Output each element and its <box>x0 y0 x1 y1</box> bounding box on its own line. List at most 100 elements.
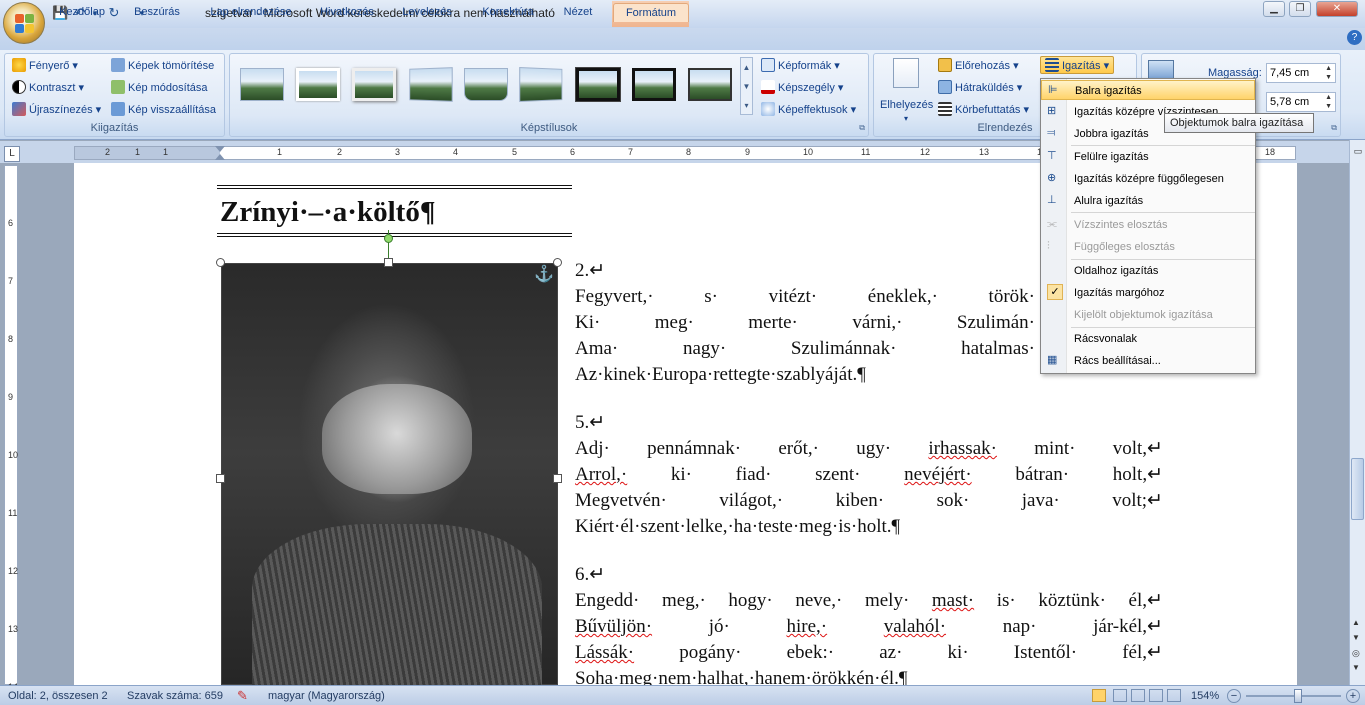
scrollbar-thumb[interactable] <box>1351 458 1364 520</box>
style-thumb-4[interactable] <box>409 67 453 102</box>
picture-border-button[interactable]: Képszegély ▾ <box>761 79 843 97</box>
align-option-icon: ⫶ <box>1047 240 1050 252</box>
zoom-out-icon[interactable]: − <box>1227 689 1241 703</box>
change-picture-button[interactable]: Kép módosítása <box>111 79 208 97</box>
style-thumb-1[interactable] <box>240 68 284 101</box>
resize-handle-n[interactable] <box>384 258 393 267</box>
recolor-button[interactable]: Újraszínezés ▾ <box>12 101 101 119</box>
resize-handle-w[interactable] <box>216 474 225 483</box>
bring-to-front-button[interactable]: Előrehozás ▾ <box>938 57 1019 75</box>
width-spinner-icon[interactable]: ▲ ▼ <box>1325 93 1332 111</box>
picture-shape-button[interactable]: Képformák ▾ <box>761 57 840 75</box>
tab-insert[interactable]: Beszúrás <box>125 3 189 22</box>
poem-word: mely· <box>864 590 910 611</box>
close-button[interactable]: ✕ <box>1316 1 1358 17</box>
style-thumb-6[interactable] <box>519 66 563 103</box>
tab-format[interactable]: Formátum <box>613 3 689 22</box>
style-thumb-8[interactable] <box>632 68 676 101</box>
align-option-icon: ⊞ <box>1047 105 1057 117</box>
vruler-tick-label: 8 <box>8 334 14 344</box>
web-layout-icon[interactable] <box>1131 689 1145 702</box>
contrast-button[interactable]: Kontraszt ▾ <box>12 79 84 97</box>
tab-home[interactable]: Kezdőlap <box>48 3 116 22</box>
tab-selector-icon[interactable]: L <box>4 146 20 162</box>
menu-item-8[interactable]: Oldalhoz igazítás <box>1041 261 1255 281</box>
poem-word: ebek:· <box>786 642 835 663</box>
minimize-button[interactable]: ▁ <box>1263 1 1285 17</box>
resize-handle-e[interactable] <box>553 474 562 483</box>
menu-item-label: Alulra igazítás <box>1074 195 1144 207</box>
ruler-tick-label: 7 <box>628 147 634 157</box>
scroll-up-arrow[interactable]: ▲ <box>1352 618 1360 627</box>
menu-item-0[interactable]: ⊫ Balra igazítás <box>1041 80 1255 100</box>
menu-separator <box>1071 212 1255 213</box>
word-count[interactable]: Szavak száma: 659 <box>127 686 223 705</box>
browse-object-icon[interactable]: ◎ <box>1352 648 1360 659</box>
picture-effects-button[interactable]: Képeffektusok ▾ <box>761 101 856 119</box>
group-label-styles: Képstílusok <box>520 122 578 134</box>
send-to-back-button[interactable]: Hátraküldés ▾ <box>938 79 1022 97</box>
office-button[interactable] <box>3 2 45 44</box>
language-indicator[interactable]: magyar (Magyarország) <box>268 686 385 705</box>
reset-picture-button[interactable]: Kép visszaállítása <box>111 101 216 119</box>
height-spinner-icon[interactable]: ▲ ▼ <box>1325 64 1332 82</box>
menu-item-label: Vízszintes elosztás <box>1074 219 1168 231</box>
draft-icon[interactable] <box>1167 689 1181 702</box>
align-icon <box>1045 58 1059 72</box>
align-option-icon: ▦ <box>1047 354 1058 366</box>
print-layout-icon[interactable] <box>1092 689 1106 702</box>
proofing-icon[interactable]: ✎ <box>237 686 248 705</box>
styles-gallery-scroll[interactable]: ▲ ▼ ▾ <box>740 57 753 115</box>
vertical-scrollbar[interactable]: ▭ ▲ ▼ ◎ ▼ <box>1349 140 1365 686</box>
ruler-tick-label: 4 <box>453 147 459 157</box>
vertical-ruler[interactable]: 67891011121314 <box>4 165 18 692</box>
menu-item-11[interactable]: Rácsvonalak <box>1041 329 1255 349</box>
split-icon[interactable]: ▭ <box>1352 146 1364 158</box>
zoom-slider-thumb[interactable] <box>1294 689 1302 703</box>
help-icon[interactable]: ? <box>1347 30 1362 45</box>
tab-view[interactable]: Nézet <box>555 3 601 22</box>
menu-item-3[interactable]: ⊤ Felülre igazítás <box>1041 147 1255 167</box>
width-input[interactable]: 5,78 cm ▲ ▼ <box>1266 92 1336 112</box>
text-wrap-button[interactable]: Körbefuttatás ▾ <box>938 101 1029 119</box>
tab-page-layout[interactable]: Lap elrendezése <box>199 3 303 22</box>
style-thumb-5[interactable] <box>464 68 508 101</box>
menu-item-4[interactable]: ⊕ Igazítás középre függőlegesen <box>1041 169 1255 189</box>
compress-pictures-button[interactable]: Képek tömörítése <box>111 57 214 75</box>
style-thumb-3[interactable] <box>352 68 396 101</box>
scroll-down-arrow[interactable]: ▼ <box>1352 633 1360 642</box>
next-page-icon[interactable]: ▼ <box>1352 663 1360 672</box>
dialog-launcher-icon[interactable]: ⧉ <box>859 123 865 133</box>
menu-item-9[interactable]: ✓ Igazítás margóhoz <box>1041 283 1255 303</box>
rotate-handle[interactable] <box>384 234 393 243</box>
menu-item-12[interactable]: ▦ Rács beállításai... <box>1041 351 1255 371</box>
resize-handle-ne[interactable] <box>553 258 562 267</box>
outline-icon[interactable] <box>1149 689 1163 702</box>
height-input[interactable]: 7,45 cm ▲ ▼ <box>1266 63 1336 83</box>
menu-item-5[interactable]: ⊥ Alulra igazítás <box>1041 191 1255 211</box>
align-button[interactable]: Igazítás ▾ <box>1040 56 1115 74</box>
poem-word: Engedd· <box>575 590 640 611</box>
tab-references[interactable]: Hivatkozás <box>312 3 382 22</box>
first-line-indent-marker[interactable] <box>215 146 225 152</box>
poem-line: Ki· meg· merte· várni,· Szulimán· <box>575 310 1035 336</box>
tab-mailings[interactable]: Levelezés <box>394 3 460 22</box>
full-screen-reading-icon[interactable] <box>1113 689 1127 702</box>
style-thumb-9[interactable] <box>688 68 732 101</box>
poem-word: köztünk· <box>1038 590 1106 611</box>
document-heading[interactable]: Zrínyi·–·a·költő¶ <box>220 196 435 229</box>
poem-word: jó· <box>708 616 730 637</box>
portrait-picture[interactable]: ⚓ <box>221 263 558 686</box>
brightness-button[interactable]: Fényerő ▾ <box>12 57 78 75</box>
zoom-level[interactable]: 154% <box>1191 686 1219 705</box>
maximize-button[interactable]: ❐ <box>1289 1 1311 17</box>
tab-review[interactable]: Korrektúra <box>472 3 544 22</box>
page-count[interactable]: Oldal: 2, összesen 2 <box>8 686 108 705</box>
position-button[interactable]: Elhelyezés ▾ <box>880 56 933 123</box>
size-dialog-launcher-icon[interactable]: ⧉ <box>1331 123 1337 133</box>
hanging-indent-marker[interactable] <box>215 154 225 160</box>
style-thumb-7[interactable] <box>575 67 621 102</box>
resize-handle-nw[interactable] <box>216 258 225 267</box>
zoom-in-icon[interactable]: + <box>1346 689 1360 703</box>
style-thumb-2[interactable] <box>296 68 340 101</box>
